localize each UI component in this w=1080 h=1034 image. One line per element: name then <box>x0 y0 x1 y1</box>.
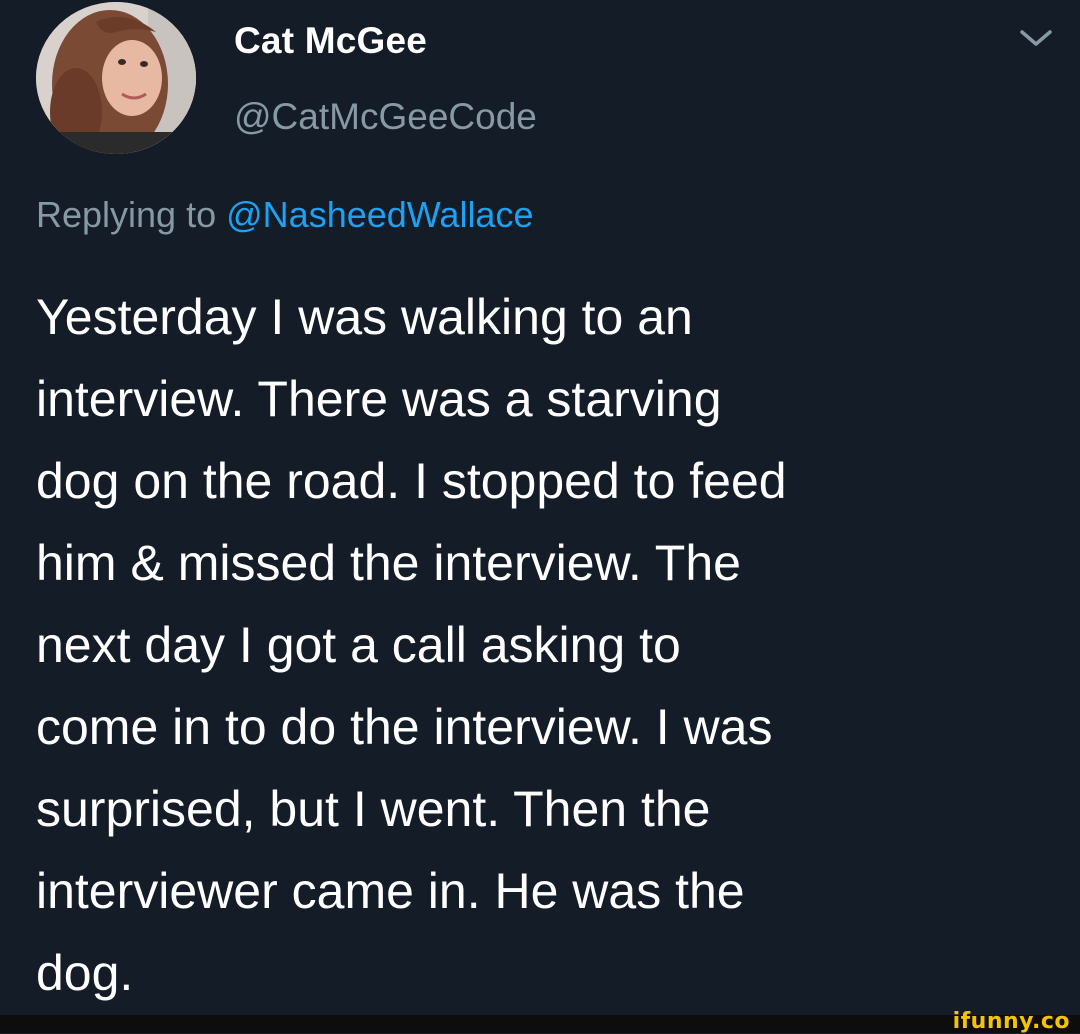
tweet-text-line: him & missed the interview. The <box>36 535 741 591</box>
tweet-text-line: next day I got a call asking to <box>36 617 681 673</box>
watermark-logo: ifunny.co <box>952 1009 1070 1034</box>
tweet-text-line: dog. <box>36 945 134 1001</box>
tweet-text-line: surprised, but I went. Then the <box>36 781 711 837</box>
footer-bar <box>0 1015 1080 1033</box>
tweet-text: Yesterday I was walking to an interview.… <box>36 276 1046 1014</box>
tweet-text-line: Yesterday I was walking to an <box>36 289 693 345</box>
user-handle[interactable]: @CatMcGeeCode <box>234 96 537 138</box>
reply-context: Replying to @NasheedWallace <box>36 194 533 236</box>
reply-mention-link[interactable]: @NasheedWallace <box>226 194 533 235</box>
chevron-down-icon[interactable] <box>1016 24 1056 52</box>
tweet-text-line: come in to do the interview. I was <box>36 699 773 755</box>
tweet-text-line: interview. There was a starving <box>36 371 722 427</box>
reply-prefix: Replying to <box>36 194 217 235</box>
tweet-card: Cat McGee @CatMcGeeCode Replying to @Nas… <box>0 0 1080 1015</box>
avatar[interactable] <box>36 2 196 154</box>
display-name[interactable]: Cat McGee <box>234 20 427 62</box>
profile-photo <box>36 2 196 154</box>
tweet-text-line: interviewer came in. He was the <box>36 863 745 919</box>
tweet-text-line: dog on the road. I stopped to feed <box>36 453 787 509</box>
